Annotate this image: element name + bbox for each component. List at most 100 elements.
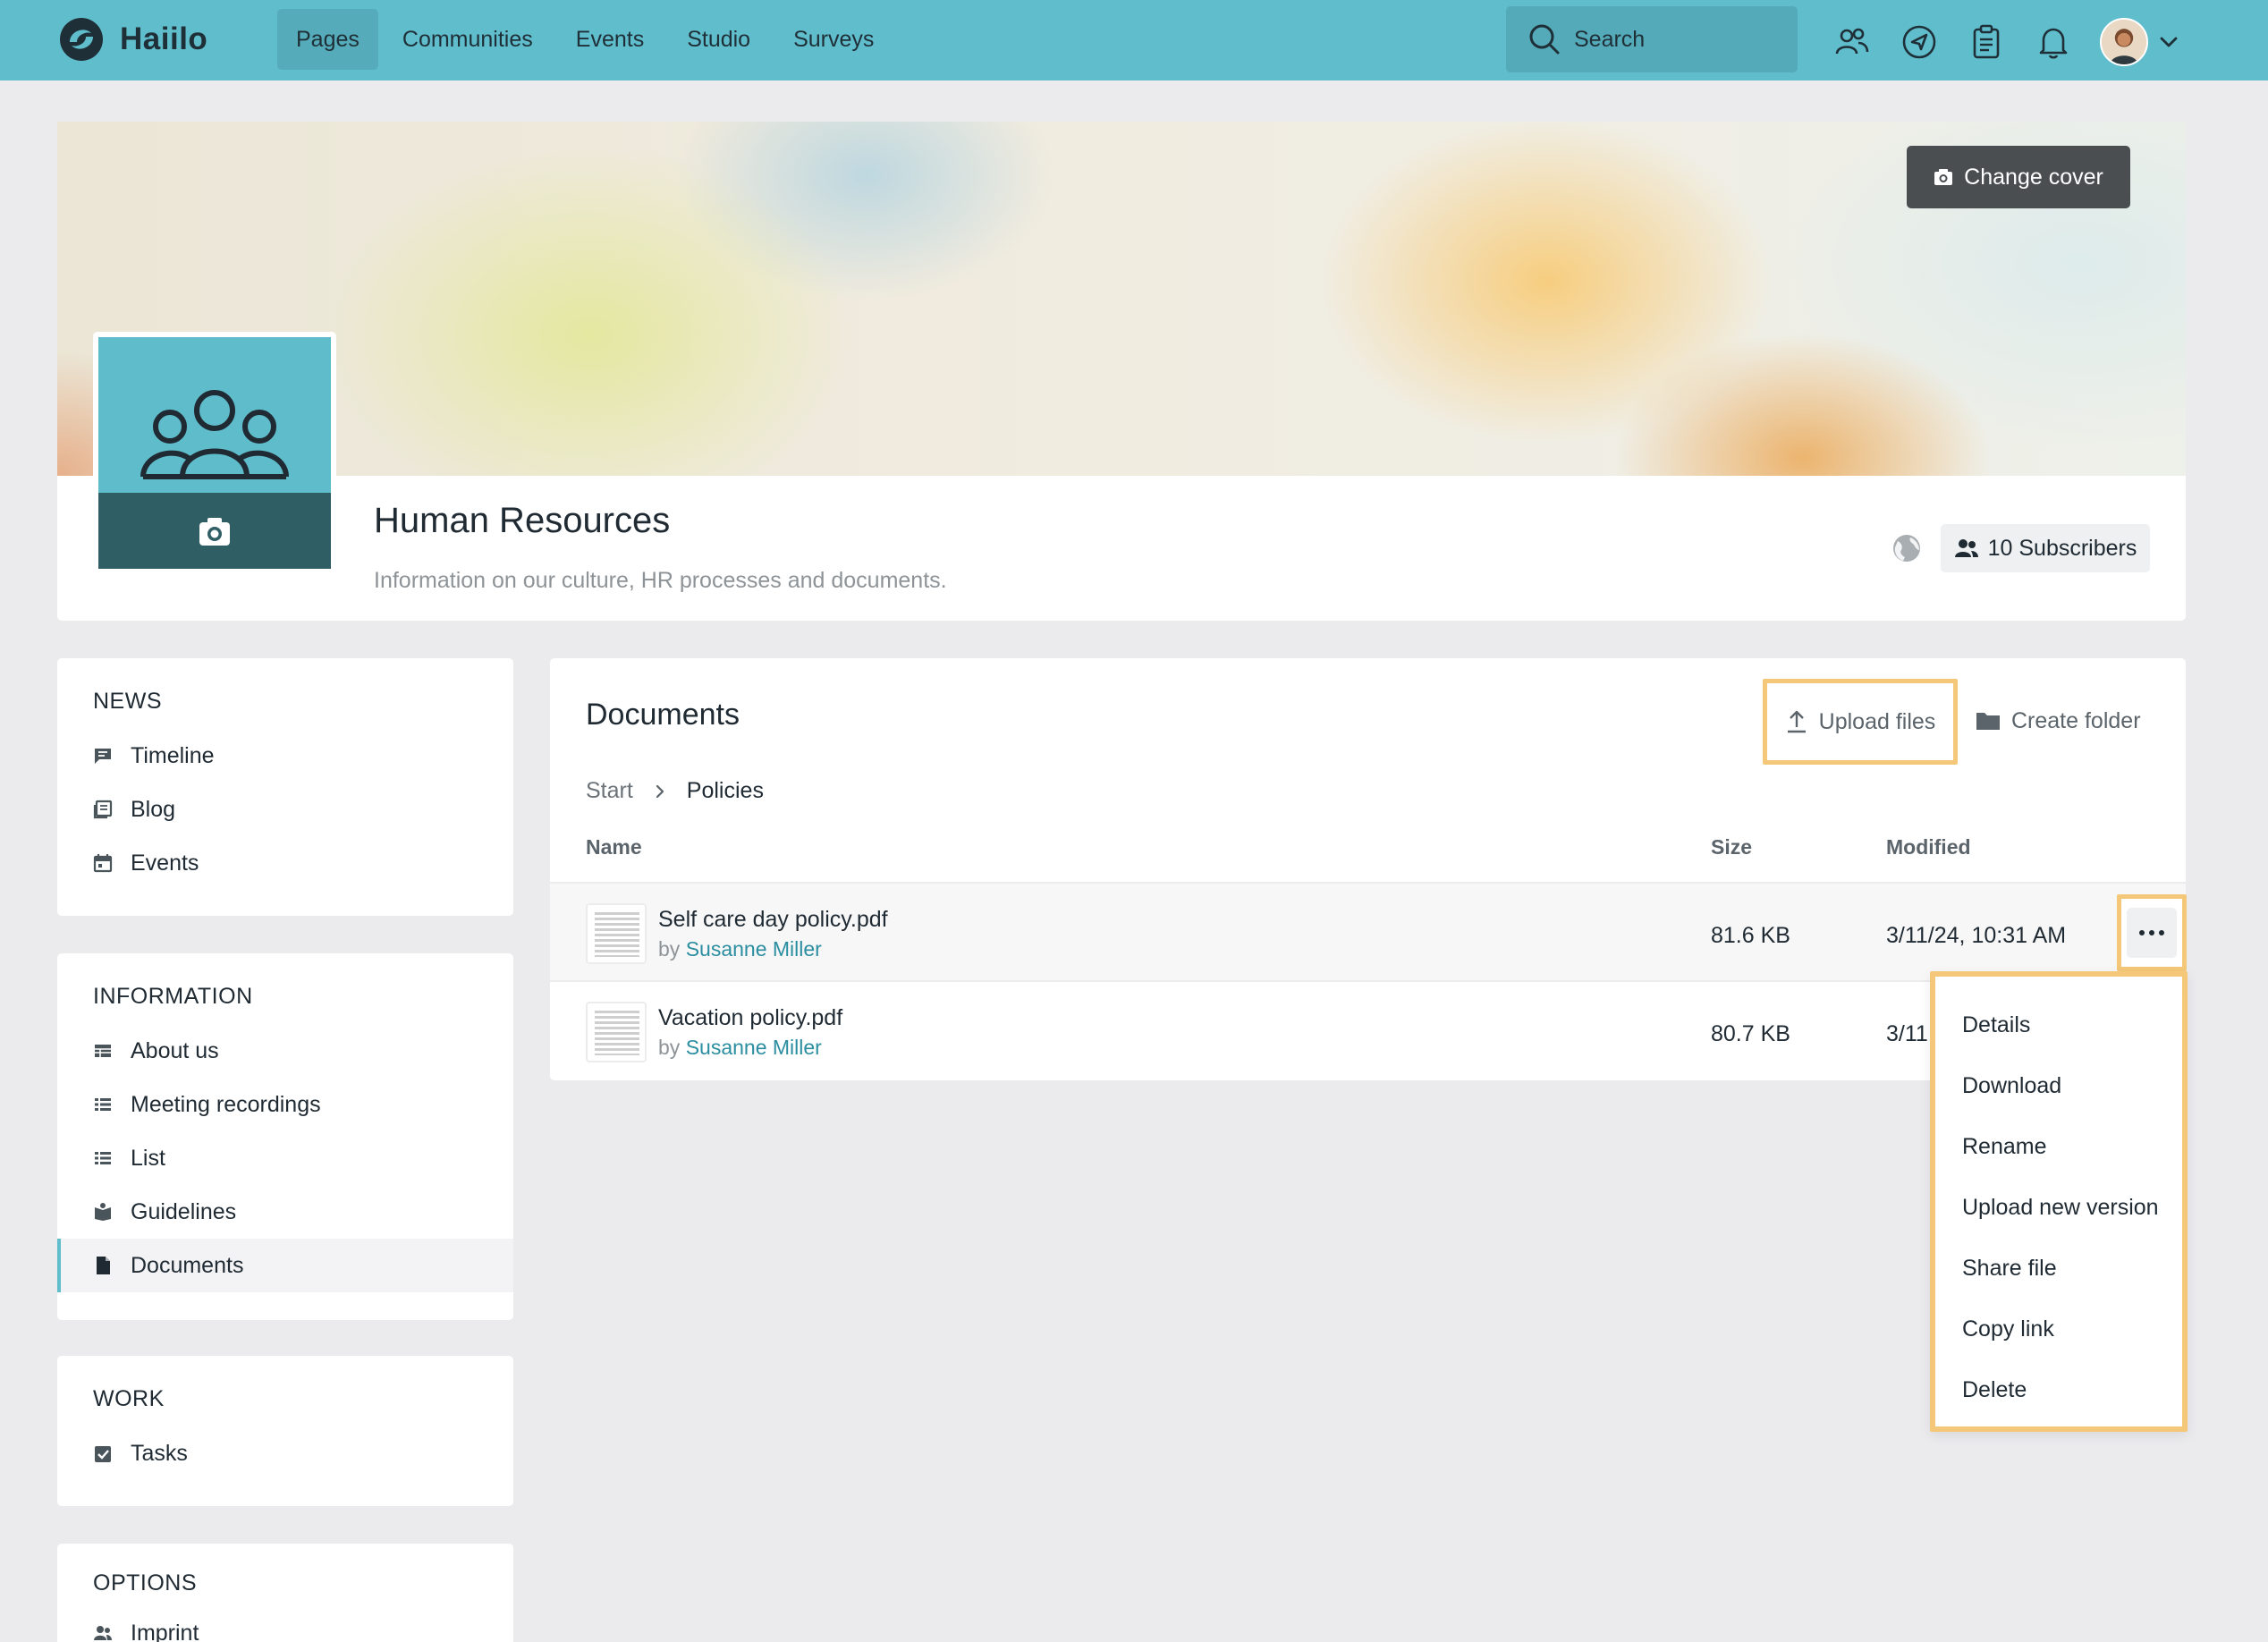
camera-icon [1934,169,1953,185]
book-icon [93,1202,113,1222]
create-folder-label: Create folder [2011,707,2141,733]
more-horizontal-icon [2139,930,2164,935]
colleagues-icon [1835,28,1869,55]
nav-surveys[interactable]: Surveys [774,9,893,70]
menu-item-details[interactable]: Details [1962,1012,2030,1038]
about-icon [93,1041,113,1061]
search-box[interactable] [1506,6,1798,72]
page-avatar-image [98,337,331,569]
sidebar-options-title: OPTIONS [93,1570,198,1595]
pdf-file-thumbnail [586,903,647,964]
sidebar-item-label: About us [131,1037,219,1063]
top-navigation-bar: Haiilo Pages Communities Events Studio S… [0,0,2268,80]
haiilo-logo[interactable]: Haiilo [57,14,207,64]
file-author-link[interactable]: Susanne Miller [686,1036,822,1059]
menu-item-copy-link[interactable]: Copy link [1962,1316,2054,1342]
sidebar-item-label: Documents [131,1252,244,1278]
file-name[interactable]: Vacation policy.pdf [658,1005,842,1031]
list-icon [93,1148,113,1168]
blog-icon [93,800,113,819]
file-author-prefix: by [658,937,681,961]
subscribers-button[interactable]: 10 Subscribers [1941,524,2150,572]
file-size: 81.6 KB [1711,923,1790,948]
file-name[interactable]: Self care day policy.pdf [658,907,888,933]
sidebar-item-label: Blog [131,796,176,822]
upload-files-button[interactable]: Upload files [1763,679,1958,765]
nav-studio[interactable]: Studio [668,9,769,70]
chevron-down-icon [2160,37,2178,47]
sidebar-options-card: OPTIONS Imprint [57,1544,513,1642]
column-header-size[interactable]: Size [1711,835,1752,859]
file-modified: 3/11/24, 10:31 AM [1886,923,2067,948]
sidebar-item-label: Meeting recordings [131,1091,321,1117]
search-input[interactable] [1574,26,1771,53]
sidebar-item-label: Imprint [131,1620,199,1642]
explore-button[interactable] [1897,20,1942,64]
sidebar-item-guidelines[interactable]: Guidelines [57,1185,513,1239]
search-icon [1529,24,1560,55]
more-options-background [2127,908,2177,958]
sidebar-item-tasks[interactable]: Tasks [57,1426,513,1480]
breadcrumb-start[interactable]: Start [586,778,633,804]
page: Haiilo Pages Communities Events Studio S… [0,0,2268,1642]
user-avatar[interactable] [2100,18,2148,66]
file-author-line: by Susanne Miller [658,937,822,961]
pdf-file-thumbnail [586,1002,647,1062]
brand-name: Haiilo [120,21,208,56]
account-menu-toggle[interactable] [2154,27,2184,57]
file-author-line: by Susanne Miller [658,1036,822,1060]
haiilo-logo-icon [60,18,103,61]
clipboard-icon [1973,24,2000,59]
colleagues-button[interactable] [1830,20,1874,64]
file-more-options-button[interactable] [2117,894,2187,971]
sidebar-information-title: INFORMATION [93,984,253,1009]
column-header-modified[interactable]: Modified [1886,835,1971,859]
sidebar-item-imprint[interactable]: Imprint [57,1606,513,1642]
nav-events[interactable]: Events [557,9,663,70]
menu-item-share-file[interactable]: Share file [1962,1256,2057,1282]
sidebar-item-about-us[interactable]: About us [57,1024,513,1078]
compass-send-icon [1902,25,1936,59]
sidebar-item-blog[interactable]: Blog [57,783,513,836]
cover-image [57,122,2186,476]
file-context-menu: Details Download Rename Upload new versi… [1930,971,2188,1432]
sidebar-item-list[interactable]: List [57,1131,513,1185]
camera-icon [199,517,230,546]
upload-files-label: Upload files [1818,708,1936,734]
sidebar-news-title: NEWS [93,689,162,714]
nav-communities[interactable]: Communities [384,9,552,70]
breadcrumb: Start Policies [586,778,764,804]
menu-item-download[interactable]: Download [1962,1073,2061,1099]
menu-item-upload-new-version[interactable]: Upload new version [1962,1195,2159,1221]
sidebar-item-label: List [131,1145,165,1171]
list-icon [93,1095,113,1114]
change-avatar-overlay[interactable] [98,493,331,569]
create-folder-button[interactable]: Create folder [1976,701,2141,741]
file-author-link[interactable]: Susanne Miller [686,937,822,961]
users-icon [1954,539,1978,557]
menu-item-rename[interactable]: Rename [1962,1134,2047,1160]
sidebar-item-label: Tasks [131,1440,188,1466]
nav-pages[interactable]: Pages [277,9,378,70]
notifications-button[interactable] [2031,20,2076,64]
group-icon [140,390,289,479]
sidebar-item-label: Guidelines [131,1198,237,1224]
menu-item-delete[interactable]: Delete [1962,1377,2027,1403]
tasks-button[interactable] [1964,20,2009,64]
change-cover-button[interactable]: Change cover [1907,146,2130,208]
sidebar-item-meeting-recordings[interactable]: Meeting recordings [57,1078,513,1131]
folder-icon [1976,713,2000,730]
file-author-prefix: by [658,1036,681,1059]
table-row[interactable]: Self care day policy.pdf by Susanne Mill… [550,882,2186,980]
file-size: 80.7 KB [1711,1021,1790,1046]
calendar-icon [93,853,113,873]
timeline-icon [93,746,113,766]
globe-icon [1893,535,1920,562]
column-header-name[interactable]: Name [586,835,642,859]
sidebar-item-documents[interactable]: Documents [57,1239,513,1292]
sidebar-item-events[interactable]: Events [57,836,513,890]
sidebar-item-timeline[interactable]: Timeline [57,729,513,783]
documents-title: Documents [586,698,740,732]
page-avatar[interactable] [93,332,336,574]
sidebar-item-label: Events [131,850,199,876]
